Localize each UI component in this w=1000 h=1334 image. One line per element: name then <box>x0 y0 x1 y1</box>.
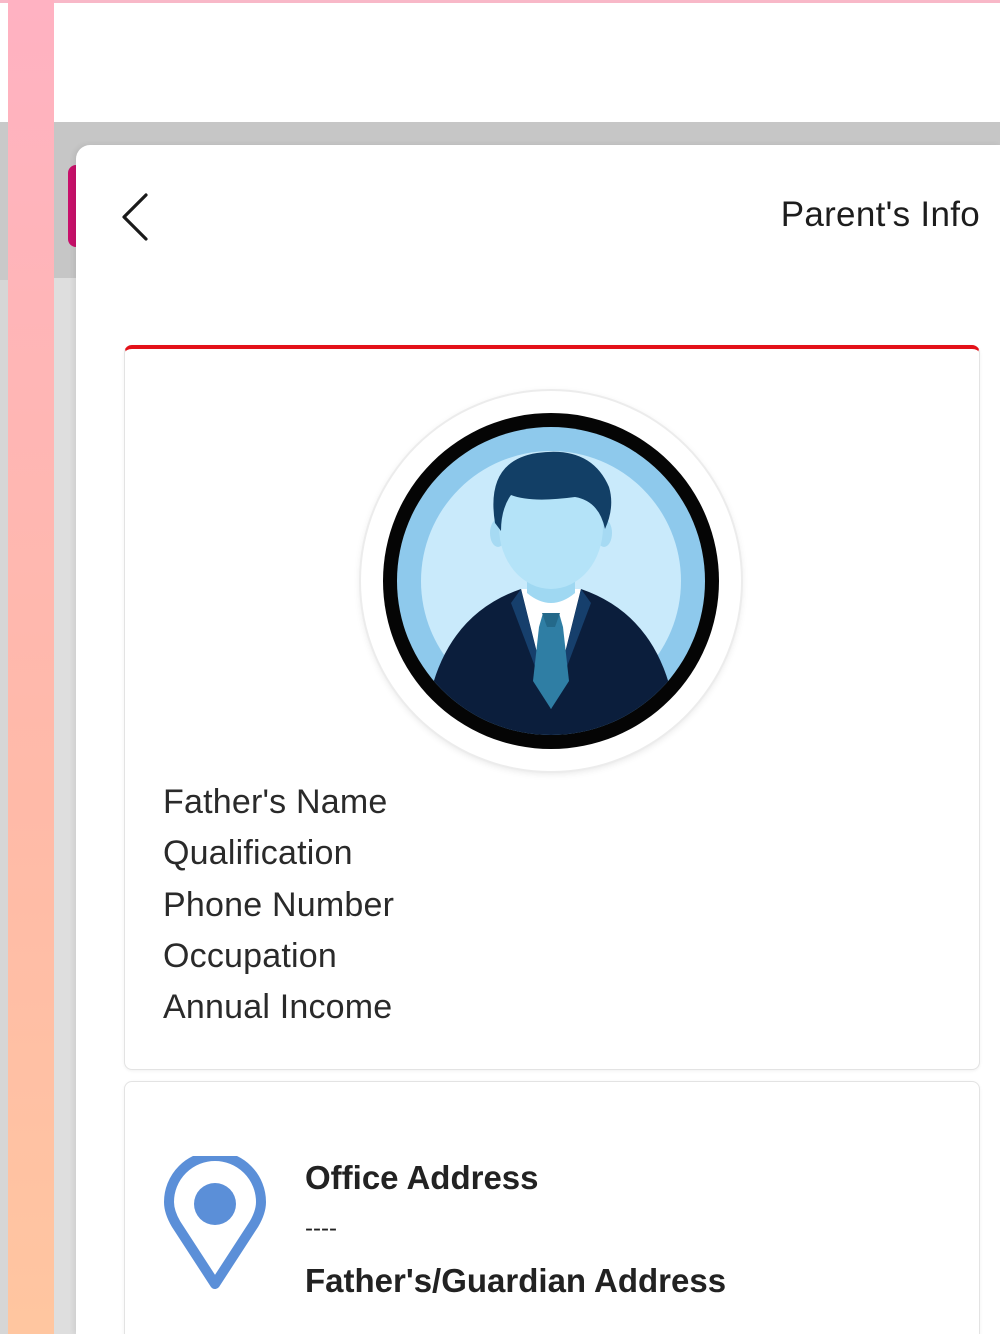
occupation-label: Occupation <box>163 937 337 976</box>
avatar <box>361 391 741 771</box>
background-overlay-light <box>0 280 8 1334</box>
parents-info-sheet: Parent's Info Father's Name Qualificatio… <box>76 145 1000 1334</box>
app-screen: Parent's Info Father's Name Qualificatio… <box>0 0 1000 1334</box>
fathers-name-label: Father's Name <box>163 783 388 822</box>
businessman-avatar-icon <box>383 413 719 749</box>
guardian-address-heading: Father's/Guardian Address <box>305 1262 727 1299</box>
location-pin-icon <box>164 1156 266 1289</box>
phone-number-label: Phone Number <box>163 885 395 924</box>
office-address-value: ---- <box>305 1215 337 1242</box>
side-gradient-strip <box>8 0 54 1334</box>
father-info-list: Father's Name Qualification Phone Number… <box>163 777 943 1033</box>
info-row-qualification: Qualification <box>163 828 943 879</box>
qualification-label: Qualification <box>163 834 353 873</box>
info-row-fathers-name: Father's Name <box>163 777 943 828</box>
address-details: Office Address ---- Father's/Guardian Ad… <box>305 1152 726 1306</box>
info-row-annual-income: Annual Income <box>163 982 943 1033</box>
page-title: Parent's Info <box>780 195 980 234</box>
address-card: Office Address ---- Father's/Guardian Ad… <box>124 1081 980 1334</box>
back-button[interactable] <box>112 191 160 243</box>
office-address-heading: Office Address <box>305 1159 539 1196</box>
info-row-phone-number: Phone Number <box>163 880 943 931</box>
info-row-occupation: Occupation <box>163 931 943 982</box>
father-profile-card: Father's Name Qualification Phone Number… <box>124 345 980 1070</box>
chevron-left-icon <box>122 193 148 241</box>
modal-backdrop-light <box>54 278 76 1334</box>
top-accent-line <box>0 0 1000 3</box>
annual-income-label: Annual Income <box>163 988 393 1027</box>
